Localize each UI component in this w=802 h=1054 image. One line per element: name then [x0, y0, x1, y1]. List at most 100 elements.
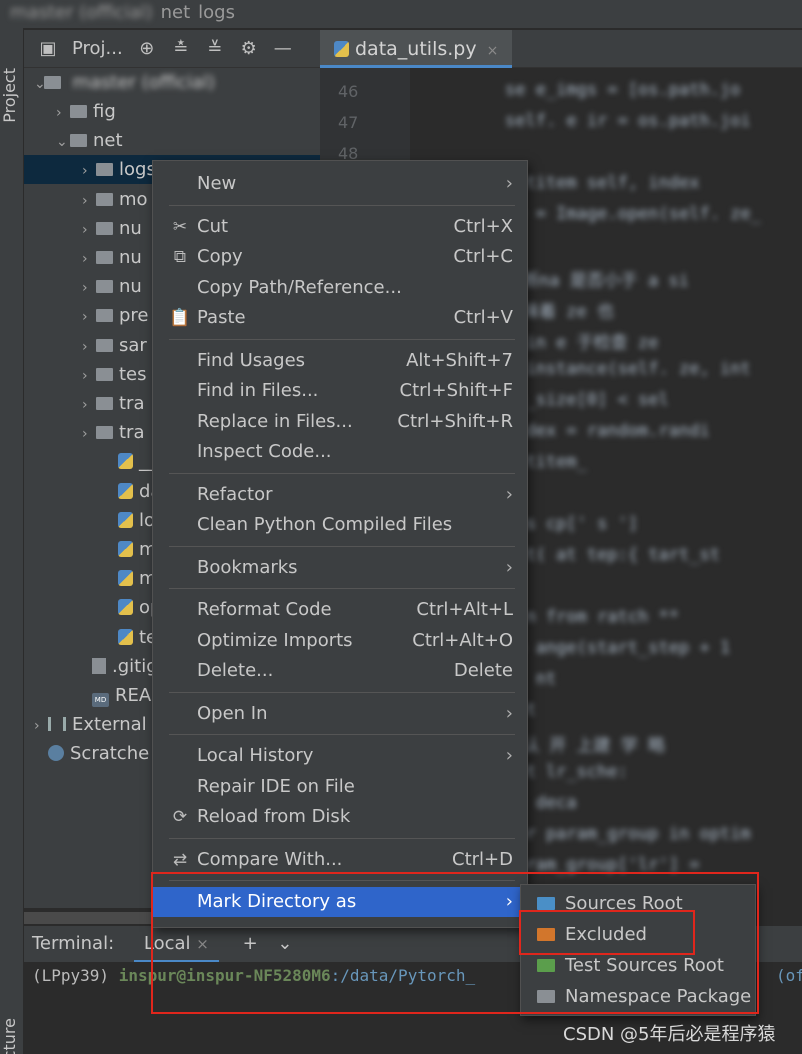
menu-item-local-history[interactable]: Local History ›	[153, 741, 527, 771]
code-line: 判断na 是否小于 a si	[505, 271, 689, 291]
chevron-down-icon[interactable]: ⌄	[56, 128, 70, 157]
project-tool-button[interactable]: Project	[0, 68, 24, 123]
menu-item-shortcut: Ctrl+Alt+L	[416, 599, 513, 620]
project-view-icon[interactable]: ▣	[38, 38, 58, 59]
breadcrumb-item[interactable]: logs	[198, 2, 235, 23]
chevron-right-icon[interactable]: ›	[82, 362, 96, 391]
menu-item-compare-with[interactable]: ⇄ Compare With... Ctrl+D	[153, 845, 527, 875]
folder-icon	[96, 338, 113, 352]
menu-item-label: Repair IDE on File	[197, 775, 355, 797]
chevron-right-icon[interactable]: ›	[82, 274, 96, 303]
menu-item-label: New	[197, 173, 237, 194]
code-line: 默认 开 上建 学 略	[505, 736, 665, 756]
menu-item-paste[interactable]: 📋 Paste Ctrl+V	[153, 303, 527, 333]
code-line: ain from ratch **	[505, 607, 679, 627]
menu-item-optimize-imports[interactable]: Optimize Imports Ctrl+Alt+O	[153, 626, 527, 656]
menu-separator	[169, 588, 515, 589]
menu-item-repair-ide-on-file[interactable]: Repair IDE on File	[153, 772, 527, 802]
chevron-right-icon[interactable]: ›	[82, 391, 96, 420]
chevron-right-icon: ›	[505, 483, 513, 505]
menu-item-reload-from-disk[interactable]: ⟳ Reload from Disk	[153, 802, 527, 832]
menu-item-copy[interactable]: ⧉ Copy Ctrl+C	[153, 242, 527, 272]
code-line: isin e 于检查 ze	[505, 333, 659, 353]
menu-item-label: Local History	[197, 745, 314, 766]
menu-item-shortcut: Ctrl+Shift+R	[397, 410, 513, 432]
chevron-right-icon[interactable]: ›	[34, 712, 48, 741]
menu-item-open-in[interactable]: Open In ›	[153, 699, 527, 729]
code-line: ep ange(start_step + 1	[505, 638, 731, 658]
menu-item-delete[interactable]: Delete... Delete	[153, 656, 527, 686]
chevron-right-icon[interactable]: ›	[82, 245, 96, 274]
menu-item-label: Paste	[197, 307, 246, 328]
chevron-right-icon[interactable]: ›	[82, 216, 96, 245]
folder-icon	[43, 76, 61, 89]
menu-item-inspect-code[interactable]: Inspect Code...	[153, 437, 527, 467]
menu-item-label: Copy Path/Reference...	[197, 276, 402, 298]
menu-item-find-in-files[interactable]: Find in Files... Ctrl+Shift+F	[153, 376, 527, 406]
code-line: se e_imgs = [os.path.jo	[505, 80, 741, 100]
menu-item-shortcut: Ctrl+Shift+F	[399, 380, 513, 401]
close-icon[interactable]: ×	[487, 43, 499, 59]
menu-item-label: Reload from Disk	[197, 806, 351, 827]
folder-icon	[96, 280, 113, 294]
folder-icon	[96, 192, 113, 206]
menu-item-new[interactable]: New ›	[153, 169, 527, 199]
menu-item-replace-in-files[interactable]: Replace in Files... Ctrl+Shift+R	[153, 407, 527, 437]
menu-item-shortcut: Ctrl+D	[452, 848, 513, 870]
chevron-right-icon[interactable]: ›	[82, 333, 96, 362]
chevron-right-icon[interactable]: ›	[82, 303, 96, 332]
tree-root-row[interactable]: ⌄ master (official)	[24, 68, 320, 97]
menu-item-clean-python-compiled-files[interactable]: Clean Python Compiled Files	[153, 510, 527, 540]
menu-item-refactor[interactable]: Refactor ›	[153, 480, 527, 510]
python-file-icon	[118, 599, 133, 616]
editor-tab-data-utils[interactable]: data_utils.py ×	[320, 30, 513, 68]
python-file-icon	[118, 482, 133, 499]
menu-item-bookmarks[interactable]: Bookmarks ›	[153, 553, 527, 583]
editor-tab-bar: data_utils.py ×	[320, 30, 802, 68]
file-icon	[92, 657, 106, 674]
folder-icon	[96, 397, 113, 410]
breadcrumb-item[interactable]: net	[161, 2, 191, 23]
locate-icon[interactable]: ⊕	[137, 38, 157, 59]
python-file-icon	[118, 628, 133, 645]
tree-row[interactable]: ⌄ net	[24, 126, 320, 155]
menu-item-copy-path-reference[interactable]: Copy Path/Reference...	[153, 273, 527, 303]
tree-row[interactable]: › fig	[24, 97, 320, 126]
library-icon	[48, 717, 66, 732]
tree-row-label: tra	[119, 422, 145, 444]
collapse-all-icon[interactable]: ≚	[205, 38, 225, 59]
tree-row-label: tes	[119, 363, 147, 385]
menu-icon: ⧉	[173, 247, 187, 267]
tree-row-label: pre	[119, 305, 149, 327]
chevron-right-icon[interactable]: ›	[82, 187, 96, 216]
chevron-right-icon: ›	[505, 745, 513, 766]
menu-item-label: Find Usages	[197, 349, 306, 371]
folder-icon	[96, 221, 113, 235]
tree-row-label: nu	[119, 217, 142, 239]
menu-item-find-usages[interactable]: Find Usages Alt+Shift+7	[153, 346, 527, 376]
chevron-right-icon[interactable]: ›	[82, 420, 96, 449]
terminal-env: (LPpy39)	[32, 966, 110, 985]
navigation-bar: master (official) net logs	[0, 0, 802, 28]
expand-all-icon[interactable]: ≛	[171, 38, 191, 59]
chevron-right-icon[interactable]: ›	[56, 99, 70, 128]
chevron-right-icon[interactable]: ›	[82, 157, 96, 186]
structure-tool-button[interactable]: cture	[0, 1018, 24, 1054]
breadcrumb-item[interactable]: master (official)	[10, 2, 153, 23]
code-line: self. e ir = os.path.joi	[505, 111, 751, 131]
python-file-icon	[118, 541, 133, 557]
menu-separator	[169, 837, 515, 839]
chevron-down-icon[interactable]: ⌄	[24, 70, 46, 99]
chevron-right-icon: ›	[505, 173, 513, 194]
tree-row-label: fig	[93, 101, 116, 122]
menu-item-label: Cut	[197, 215, 229, 237]
menu-item-cut[interactable]: ✂ Cut Ctrl+X	[153, 212, 527, 242]
tree-row-label: logs	[119, 159, 156, 181]
menu-icon: ⟳	[172, 807, 188, 827]
menu-item-label: Bookmarks	[197, 556, 298, 578]
menu-item-reformat-code[interactable]: Reformat Code Ctrl+Alt+L	[153, 595, 527, 625]
watermark: CSDN @5年后必是程序猿	[563, 1024, 776, 1045]
hide-panel-icon[interactable]: —	[273, 38, 293, 59]
project-panel-title[interactable]: Proj...	[72, 38, 123, 59]
gear-icon[interactable]: ⚙	[239, 38, 259, 59]
